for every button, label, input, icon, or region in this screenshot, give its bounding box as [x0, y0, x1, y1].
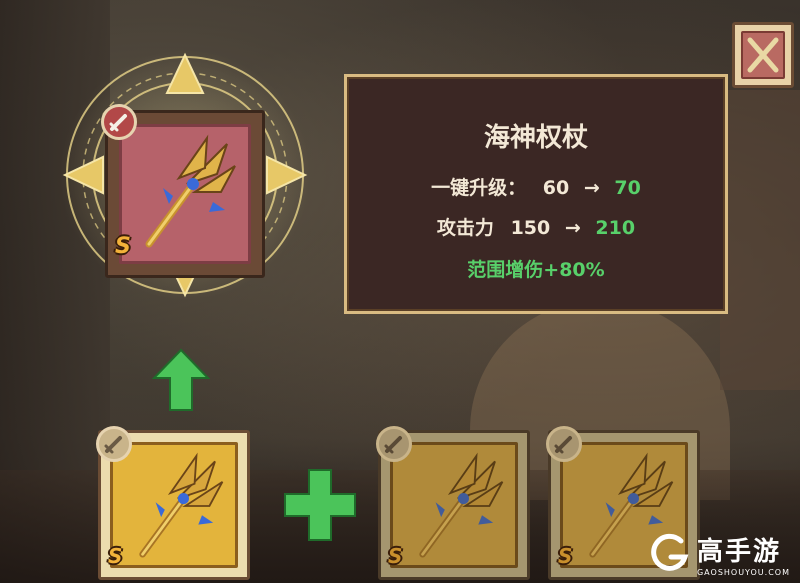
trident-icon — [419, 452, 504, 558]
item-title: 海神权杖 — [483, 123, 588, 153]
grade-label: S — [115, 234, 131, 259]
attack-to: 210 — [595, 217, 636, 239]
sword-badge — [376, 426, 412, 462]
grade-label: S — [388, 544, 403, 568]
attack-label: 攻击力 — [436, 217, 494, 239]
sword-badge — [96, 426, 132, 462]
sword-icon — [104, 436, 122, 454]
result-weapon-slot[interactable]: S — [101, 104, 265, 278]
sword-icon — [109, 114, 127, 132]
close-button[interactable] — [732, 22, 794, 88]
material-slot[interactable]: S — [376, 426, 530, 580]
upgrade-label: 一键升级： — [431, 177, 527, 199]
arrow-up-icon — [152, 348, 210, 411]
bonus-row: 范围增伤+80% — [347, 255, 725, 282]
attack-row: 攻击力 150 → 210 — [347, 213, 725, 240]
watermark: 高手游 GAOSHOUYOU.COM — [651, 531, 790, 577]
grade-label: S — [558, 544, 573, 568]
trident-icon — [139, 452, 224, 558]
info-panel: 海神权杖 一键升级： 60 → 70 攻击力 150 → 210 范围增伤+80… — [344, 74, 728, 314]
upgrade-from: 60 — [542, 177, 570, 199]
watermark-logo — [651, 533, 689, 571]
attack-arrow: → — [564, 217, 581, 239]
sword-badge — [546, 426, 582, 462]
background-shelf — [720, 90, 800, 390]
close-icon — [747, 37, 779, 73]
plus-icon — [284, 469, 356, 541]
upgrade-row: 一键升级： 60 → 70 — [347, 173, 725, 200]
watermark-brand: 高手游 — [696, 537, 781, 567]
sword-badge — [101, 104, 137, 140]
trident-icon — [145, 134, 236, 248]
material-slot[interactable]: S — [96, 426, 250, 580]
upgrade-to: 70 — [614, 177, 641, 199]
sword-icon — [554, 436, 572, 454]
watermark-url: GAOSHOUYOU.COM — [696, 568, 790, 577]
sword-icon — [384, 436, 402, 454]
grade-label: S — [108, 544, 123, 568]
bonus-text: 范围增伤+80% — [467, 259, 605, 281]
attack-from: 150 — [510, 217, 551, 239]
upgrade-arrow: → — [583, 177, 600, 199]
